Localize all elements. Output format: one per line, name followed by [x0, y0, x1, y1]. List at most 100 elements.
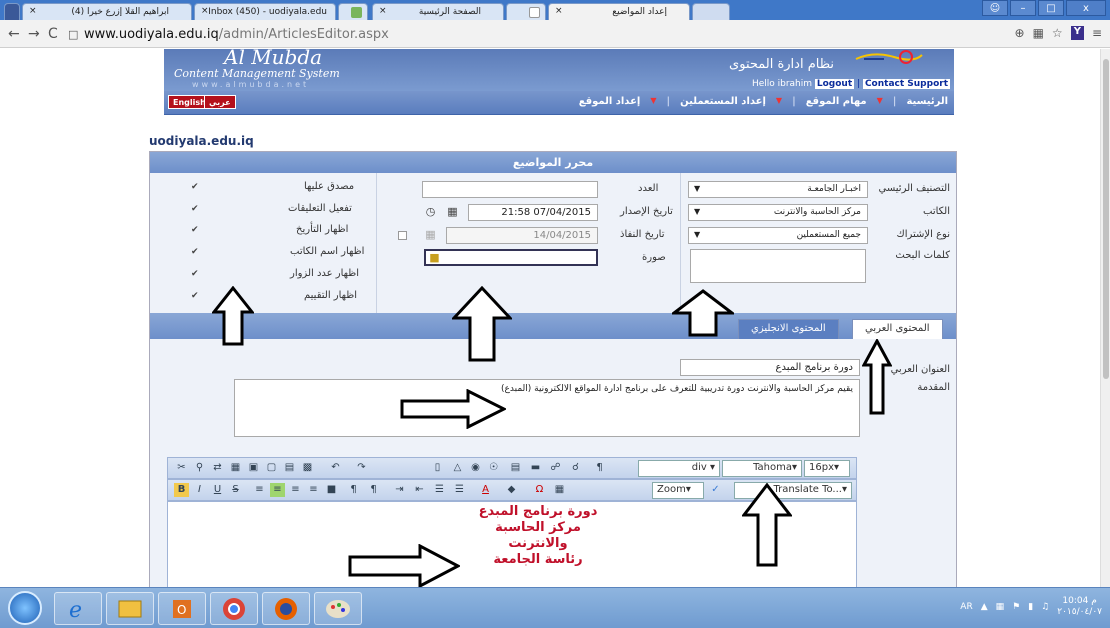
show-rating-checkbox[interactable]: ✔	[191, 292, 200, 301]
cut-icon[interactable]: ✂	[174, 461, 189, 475]
folder-icon[interactable]: ■	[428, 251, 441, 264]
browser-tab[interactable]: × الصفحة الرئيسية	[372, 3, 504, 20]
rtl-icon[interactable]: ¶	[366, 483, 381, 497]
redo-icon[interactable]: ↷	[354, 461, 369, 475]
issue-date-input[interactable]: 21:58 07/04/2015	[468, 204, 598, 221]
highlight-icon[interactable]: ◆	[504, 483, 519, 497]
forward-arrow-icon[interactable]: →	[28, 26, 40, 42]
browser-tab[interactable]	[338, 3, 368, 20]
start-button-icon[interactable]	[8, 591, 42, 625]
bookmark-star-icon[interactable]: ☆	[1052, 26, 1063, 40]
yahoo-extension-icon[interactable]: Y	[1070, 26, 1084, 40]
align-right-icon[interactable]: ≡	[288, 483, 303, 497]
flash-icon[interactable]: △	[450, 461, 465, 475]
close-tab-icon[interactable]: ×	[29, 6, 37, 16]
expiry-checkbox[interactable]	[398, 231, 407, 240]
show-author-checkbox[interactable]: ✔	[191, 248, 200, 257]
author-select[interactable]: مركز الحاسبة والانترنت ▼	[688, 204, 868, 221]
subscription-select[interactable]: جميع المستعملين ▼	[688, 227, 868, 244]
calendar-icon[interactable]: ▦	[446, 205, 459, 218]
outlook-icon[interactable]: O	[158, 592, 206, 625]
media-icon[interactable]: ◉	[468, 461, 483, 475]
underline-icon[interactable]: U	[210, 483, 225, 497]
special-char-icon[interactable]: ☉	[486, 461, 501, 475]
show-hidden-icons-icon[interactable]: ▲	[981, 602, 988, 612]
maximize-icon[interactable]: □	[1038, 0, 1064, 16]
paste-icon[interactable]: ▢	[264, 461, 279, 475]
translate-icon[interactable]: ▦	[1033, 26, 1044, 40]
page-scrollbar[interactable]	[1100, 49, 1110, 587]
close-tab-icon[interactable]: ×	[555, 6, 563, 16]
firefox-icon[interactable]	[262, 592, 310, 625]
browser-tab-active[interactable]: × إعداد المواضيع	[548, 3, 690, 20]
comments-checkbox[interactable]: ✔	[191, 205, 200, 214]
language-indicator[interactable]: AR	[960, 602, 972, 612]
unlink-icon[interactable]: ☌	[568, 461, 583, 475]
indent-icon[interactable]: ⇥	[392, 483, 407, 497]
network-icon[interactable]: ▦	[996, 602, 1005, 612]
font-select[interactable]: Tahoma▾	[722, 460, 802, 477]
contact-support-link[interactable]: Contact Support	[862, 79, 950, 89]
align-center-icon[interactable]: ≡	[270, 483, 285, 497]
paste-word-icon[interactable]: ▩	[300, 461, 315, 475]
facebook-app-icon[interactable]	[4, 3, 20, 20]
intro-textarea[interactable]: يقيم مركز الحاسبة والانترنت دورة تدريبية…	[234, 379, 860, 437]
menu-home[interactable]: الرئيسية	[906, 96, 948, 107]
chrome-icon[interactable]	[210, 592, 258, 625]
browser-tab[interactable]: × Inbox (450) - uodiyala.edu	[194, 3, 336, 20]
back-arrow-icon[interactable]: ←	[8, 26, 20, 42]
volume-icon[interactable]: ♫	[1041, 602, 1049, 612]
image-icon[interactable]: ▯	[430, 461, 445, 475]
browser-tab[interactable]	[506, 3, 546, 20]
find-icon[interactable]: ⚲	[192, 461, 207, 475]
logout-link[interactable]: Logout	[814, 79, 855, 89]
main-category-select[interactable]: اخبـار الجامعـة ▼	[688, 181, 868, 198]
expiry-date-input[interactable]: 14/04/2015	[446, 227, 598, 244]
paragraph-icon[interactable]: ¶	[592, 461, 607, 475]
undo-icon[interactable]: ↶	[328, 461, 343, 475]
action-center-icon[interactable]: ⚑	[1012, 602, 1020, 612]
hr-icon[interactable]: ▬	[528, 461, 543, 475]
menu-site-tasks[interactable]: مهام الموقع	[806, 96, 867, 107]
approved-checkbox[interactable]: ✔	[191, 183, 200, 192]
arabic-title-input[interactable]: دورة برنامج المبدع	[680, 359, 860, 376]
show-date-checkbox[interactable]: ✔	[191, 226, 200, 235]
url-field[interactable]: www.uodiyala.edu.iq/admin/ArticlesEditor…	[84, 25, 1004, 44]
align-left-icon[interactable]: ≡	[252, 483, 267, 497]
browser-tab[interactable]: × ابراهيم القلا إزرع خيرا (4)	[22, 3, 192, 20]
calendar-icon[interactable]: ▦	[424, 228, 437, 241]
menu-site-settings[interactable]: إعداد الموقع	[579, 96, 641, 107]
bold-icon[interactable]: B	[174, 483, 189, 497]
italic-icon[interactable]: I	[192, 483, 207, 497]
reload-icon[interactable]: C	[48, 26, 58, 42]
tab-english-content[interactable]: المحتوى الانجليزي	[738, 319, 839, 339]
bullet-list-icon[interactable]: ☰	[452, 483, 467, 497]
block-icon[interactable]: ■	[324, 483, 339, 497]
font-size-select[interactable]: 16px▾	[804, 460, 850, 477]
strikethrough-icon[interactable]: S	[228, 483, 243, 497]
keywords-textarea[interactable]	[690, 249, 866, 283]
spellcheck-icon[interactable]: ✓	[708, 483, 723, 497]
document-icon[interactable]: ▤	[508, 461, 523, 475]
new-tab-button[interactable]	[692, 3, 730, 20]
font-color-icon[interactable]: A	[478, 483, 493, 497]
clock-icon[interactable]: ◷	[424, 205, 437, 218]
internet-explorer-icon[interactable]: e	[54, 592, 102, 625]
zoom-icon[interactable]: ⊕	[1015, 26, 1025, 40]
signal-icon[interactable]: ▮	[1028, 602, 1033, 612]
format-select[interactable]: div ▾	[638, 460, 720, 477]
outdent-icon[interactable]: ⇤	[412, 483, 427, 497]
ltr-icon[interactable]: ¶	[346, 483, 361, 497]
table-icon[interactable]: ▦	[228, 461, 243, 475]
clock[interactable]: 10:04 م ٢٠١٥/٠٤/٠٧	[1057, 596, 1102, 618]
close-window-icon[interactable]: x	[1066, 0, 1106, 16]
paste-text-icon[interactable]: ▤	[282, 461, 297, 475]
show-visitors-checkbox[interactable]: ✔	[191, 270, 200, 279]
numbered-list-icon[interactable]: ☰	[432, 483, 447, 497]
paint-icon[interactable]	[314, 592, 362, 625]
insert-table-icon[interactable]: ▦	[552, 483, 567, 497]
scrollbar-thumb[interactable]	[1103, 59, 1109, 379]
zoom-select[interactable]: Zoom▾	[652, 482, 704, 499]
tab-arabic-content[interactable]: المحتوى العربي	[852, 319, 943, 339]
replace-icon[interactable]: ⇄	[210, 461, 225, 475]
